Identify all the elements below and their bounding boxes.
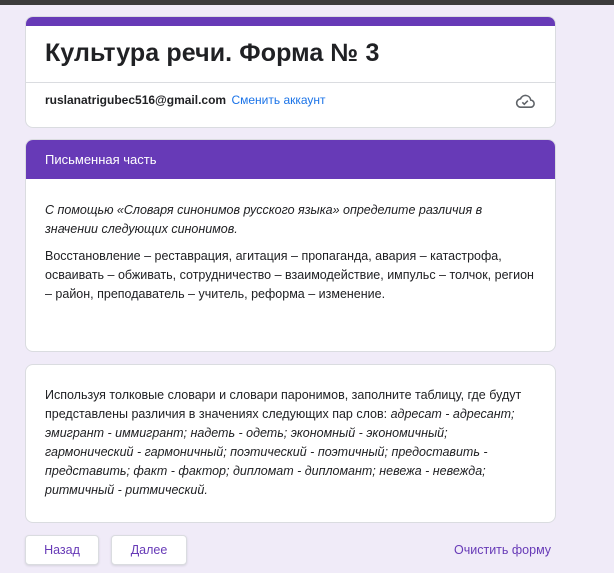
switch-account-link[interactable]: Сменить аккаунт xyxy=(231,93,325,107)
form-title-card: Культура речи. Форма № 3 ruslanatrigubec… xyxy=(25,16,556,128)
browser-top-edge xyxy=(0,0,614,5)
task-text: Используя толковые словари и словари пар… xyxy=(26,365,555,500)
title-accent-bar xyxy=(26,17,555,26)
task-card: Используя толковые словари и словари пар… xyxy=(25,364,556,523)
synonyms-list: Восстановление – реставрация, агитация –… xyxy=(45,249,534,301)
next-button[interactable]: Далее xyxy=(111,535,187,565)
account-row: ruslanatrigubec516@gmail.com Сменить акк… xyxy=(45,93,326,107)
back-button[interactable]: Назад xyxy=(25,535,99,565)
title-divider xyxy=(26,82,555,83)
section-card: Письменная часть С помощью «Словаря сино… xyxy=(25,139,556,352)
clear-form-button[interactable]: Очистить форму xyxy=(454,543,551,557)
section-header: Письменная часть xyxy=(26,140,555,179)
form-title: Культура речи. Форма № 3 xyxy=(45,39,380,67)
section-instruction: С помощью «Словаря синонимов русского яз… xyxy=(45,203,483,236)
cloud-check-icon xyxy=(515,94,535,109)
section-body: С помощью «Словаря синонимов русского яз… xyxy=(26,179,555,304)
account-email: ruslanatrigubec516@gmail.com xyxy=(45,93,227,107)
